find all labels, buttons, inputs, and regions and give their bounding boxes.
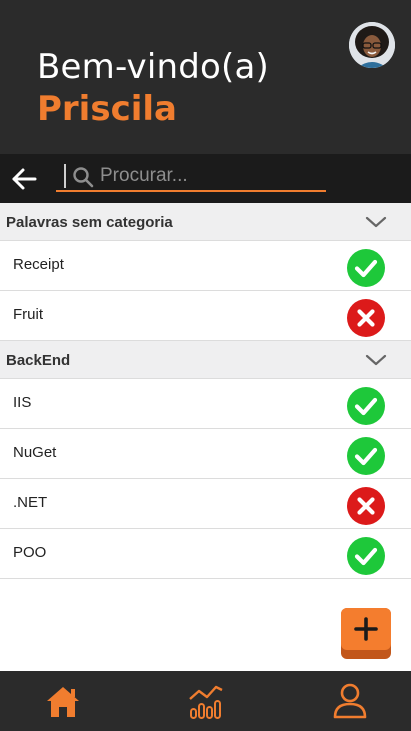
status-badge [347, 249, 385, 287]
search-bar [0, 154, 411, 203]
category-title: BackEnd [6, 352, 71, 369]
bottom-navigation [0, 671, 411, 731]
arrow-left-icon [12, 168, 37, 190]
status-badge [347, 387, 385, 425]
add-button-face [341, 608, 391, 650]
chevron-down-icon[interactable] [365, 352, 387, 368]
category-header[interactable]: BackEnd [0, 341, 411, 379]
stats-chart-icon [189, 685, 223, 719]
list-item[interactable]: IIS [0, 379, 411, 429]
list-item[interactable]: POO [0, 529, 411, 579]
nav-home-button[interactable] [43, 681, 83, 721]
word-label: POO [13, 544, 47, 561]
check-icon [354, 447, 378, 466]
user-name: Priscila [37, 89, 177, 129]
list-item[interactable]: .NET [0, 479, 411, 529]
plus-icon [354, 617, 378, 641]
word-label: NuGet [13, 444, 57, 461]
profile-icon [333, 683, 367, 719]
category-title: Palavras sem categoria [6, 214, 173, 231]
category-header[interactable]: Palavras sem categoria [0, 203, 411, 241]
close-icon [357, 497, 375, 515]
list-item[interactable]: NuGet [0, 429, 411, 479]
check-icon [354, 547, 378, 566]
check-icon [354, 259, 378, 278]
add-word-button[interactable] [341, 608, 391, 659]
close-icon [357, 309, 375, 327]
search-icon [73, 167, 94, 188]
app-header: Bem-vindo(a) Priscila [0, 0, 411, 154]
nav-stats-button[interactable] [186, 681, 226, 721]
word-list: Palavras sem categoria Receipt Fruit Bac… [0, 203, 411, 579]
user-avatar[interactable] [349, 22, 395, 68]
status-badge [347, 487, 385, 525]
text-cursor [64, 164, 66, 188]
back-button[interactable] [10, 166, 38, 192]
nav-profile-button[interactable] [330, 681, 370, 721]
search-field[interactable] [56, 162, 326, 192]
status-badge [347, 299, 385, 337]
greeting-text: Bem-vindo(a) [37, 47, 269, 87]
word-label: .NET [13, 494, 48, 511]
word-label: IIS [13, 394, 32, 411]
check-icon [354, 397, 378, 416]
status-badge [347, 537, 385, 575]
search-input[interactable] [100, 162, 320, 190]
avatar-photo-icon [349, 22, 395, 68]
word-label: Fruit [13, 306, 43, 323]
word-label: Receipt [13, 256, 64, 273]
home-icon [47, 687, 79, 717]
status-badge [347, 437, 385, 475]
chevron-down-icon[interactable] [365, 214, 387, 230]
list-item[interactable]: Fruit [0, 291, 411, 341]
list-item[interactable]: Receipt [0, 241, 411, 291]
